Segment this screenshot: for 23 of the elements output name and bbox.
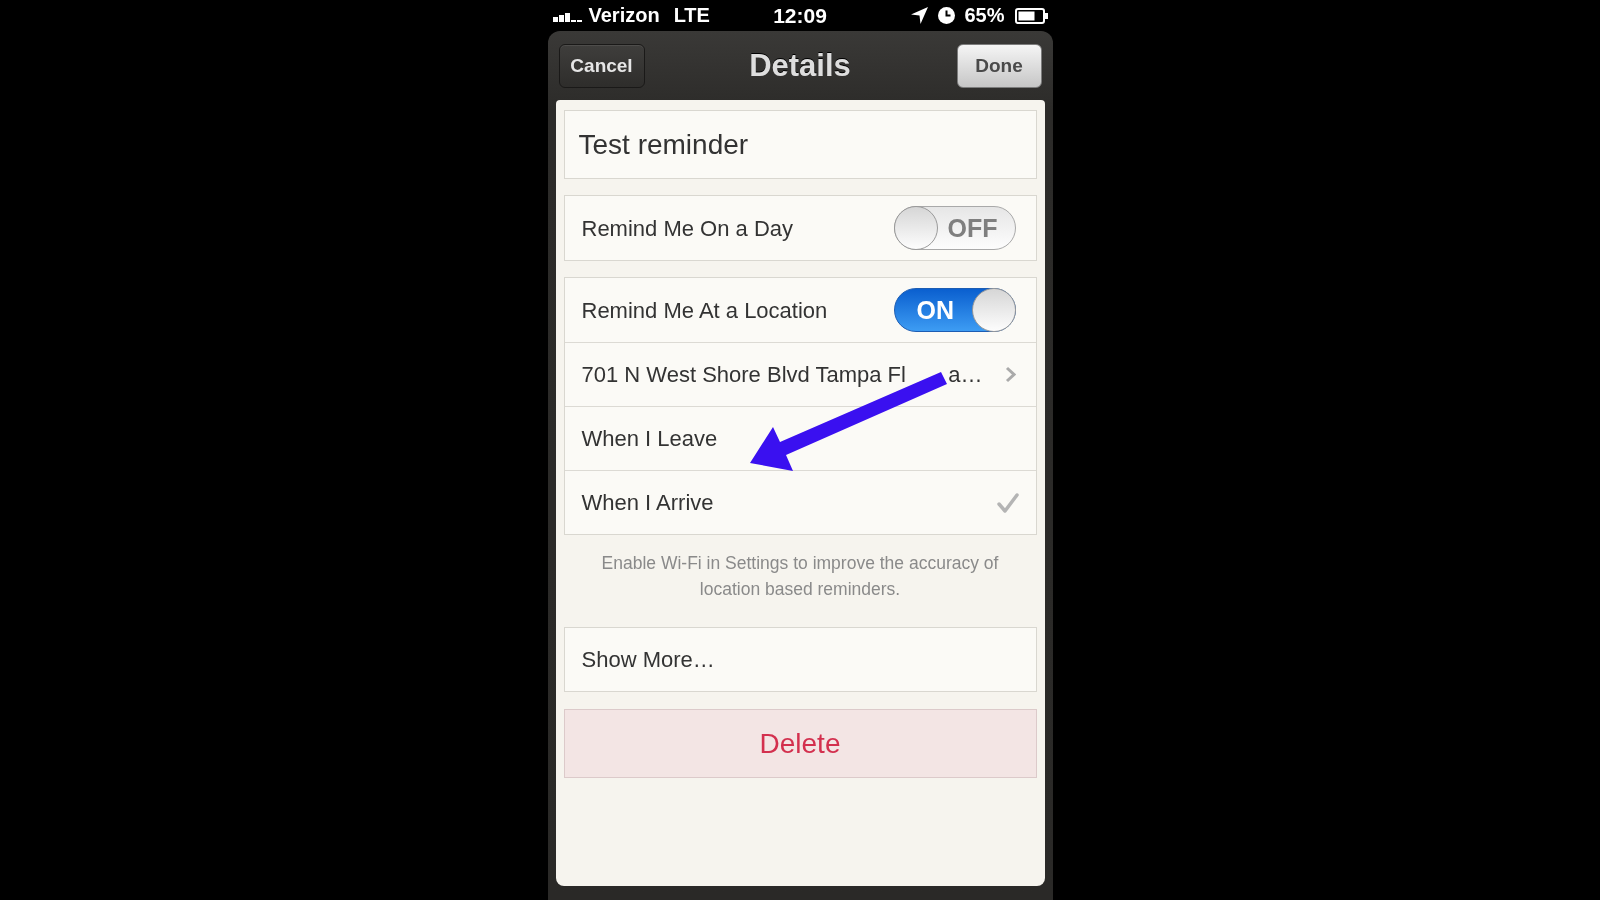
delete-button[interactable]: Delete	[563, 709, 1037, 778]
clock-icon	[938, 7, 956, 24]
toggle-switch[interactable]: ON	[893, 288, 1016, 332]
row-label: Remind Me At a Location	[581, 297, 828, 323]
title-field[interactable]: Test reminder	[563, 110, 1037, 179]
battery-icon	[1014, 7, 1048, 24]
footer-note: Enable Wi-Fi in Settings to improve the accuracy of location based reminders.	[600, 552, 1000, 601]
carrier-name: Verizon	[588, 4, 660, 27]
done-button[interactable]: Done	[956, 43, 1042, 88]
cancel-button[interactable]: Cancel	[558, 43, 645, 88]
network-type: LTE	[673, 4, 710, 27]
option-row[interactable]: When I Arrive	[564, 470, 1036, 534]
toggle-switch[interactable]: OFF	[893, 206, 1016, 250]
screen-title: Details	[749, 47, 851, 84]
checkmark-icon	[996, 492, 1019, 513]
battery-percent: 65%	[964, 4, 1005, 27]
chevron-icon	[1004, 366, 1016, 383]
status-time: 12:09	[773, 3, 827, 28]
address-text: 701 N West Shore Blvd Tampa Fl	[581, 363, 906, 386]
location-arrow-icon	[911, 7, 929, 24]
row-label: Remind Me On a Day	[581, 215, 794, 241]
address-text: a…	[948, 363, 983, 386]
show-more-row[interactable]: Show More…	[563, 627, 1037, 692]
